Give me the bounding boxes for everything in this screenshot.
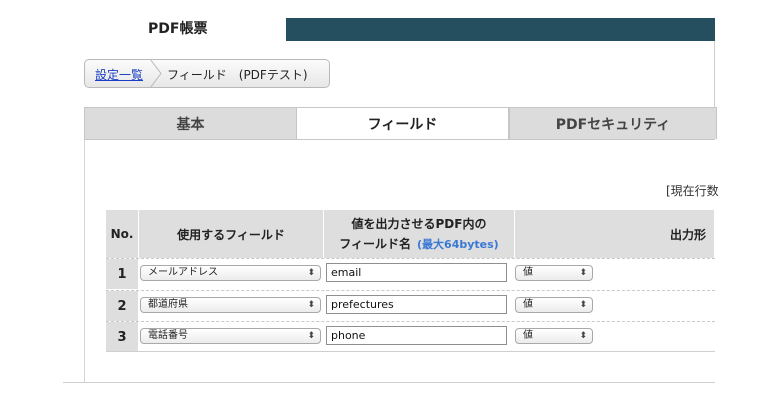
breadcrumb-link-settings[interactable]: 設定一覧	[95, 66, 143, 83]
breadcrumb-separator-icon	[149, 59, 162, 88]
field-select[interactable]: 都道府県 ⬍	[140, 297, 321, 313]
row-number: 2	[106, 291, 138, 321]
output-select-value: 値	[523, 330, 533, 341]
tab-fields[interactable]: フィールド	[296, 107, 509, 140]
updown-arrows-icon: ⬍	[307, 300, 315, 310]
header-pdf-field-line2: フィールド名 (最大64bytes)	[339, 234, 498, 255]
row-count-label: [現在行数	[666, 184, 719, 198]
output-select-value: 値	[523, 299, 533, 310]
output-select[interactable]: 値 ⬍	[515, 328, 593, 344]
updown-arrows-icon: ⬍	[579, 300, 587, 310]
field-select-value: 都道府県	[148, 299, 188, 310]
header-pdf-field: 値を出力させるPDF内の フィールド名 (最大64bytes)	[324, 210, 515, 258]
header-pdf-field-hint: (最大64bytes)	[417, 237, 499, 251]
updown-arrows-icon: ⬍	[307, 331, 315, 341]
output-select[interactable]: 値 ⬍	[515, 297, 593, 313]
tab-bar: 基本 フィールド PDFセキュリティ	[84, 107, 717, 140]
row-number: 1	[106, 259, 138, 289]
header-output: 出力形	[515, 210, 715, 258]
field-select-value: メールアドレス	[148, 267, 218, 278]
table-row: 3 電話番号 ⬍ 値 ⬍	[106, 321, 715, 352]
pdf-field-input[interactable]	[326, 295, 507, 314]
breadcrumb-current: フィールド (PDFテスト)	[167, 68, 308, 82]
table-row: 1 メールアドレス ⬍ 値 ⬍	[106, 258, 715, 289]
pdf-field-input[interactable]	[326, 326, 507, 345]
pdf-field-input[interactable]	[326, 263, 507, 282]
breadcrumb: 設定一覧 フィールド (PDFテスト)	[84, 59, 330, 88]
page-title: PDF帳票	[148, 21, 208, 37]
updown-arrows-icon: ⬍	[579, 268, 587, 278]
output-select[interactable]: 値 ⬍	[515, 265, 593, 281]
row-number: 3	[106, 322, 138, 352]
table-row: 2 都道府県 ⬍ 値 ⬍	[106, 290, 715, 321]
header-pdf-field-line1: 値を出力させるPDF内の	[351, 216, 487, 231]
tab-basic[interactable]: 基本	[84, 107, 297, 139]
header-field: 使用するフィールド	[139, 210, 324, 258]
header-no: No.	[106, 210, 139, 258]
table-bottom-border	[106, 351, 715, 352]
header-pdf-field-line2-text: フィールド名	[339, 236, 412, 251]
field-select[interactable]: 電話番号 ⬍	[140, 328, 321, 344]
header-bar	[286, 18, 715, 41]
field-select[interactable]: メールアドレス ⬍	[140, 265, 321, 281]
updown-arrows-icon: ⬍	[579, 331, 587, 341]
field-select-value: 電話番号	[148, 330, 188, 341]
tab-pdf-security[interactable]: PDFセキュリティ	[509, 107, 717, 139]
output-select-value: 値	[523, 267, 533, 278]
updown-arrows-icon: ⬍	[307, 268, 315, 278]
